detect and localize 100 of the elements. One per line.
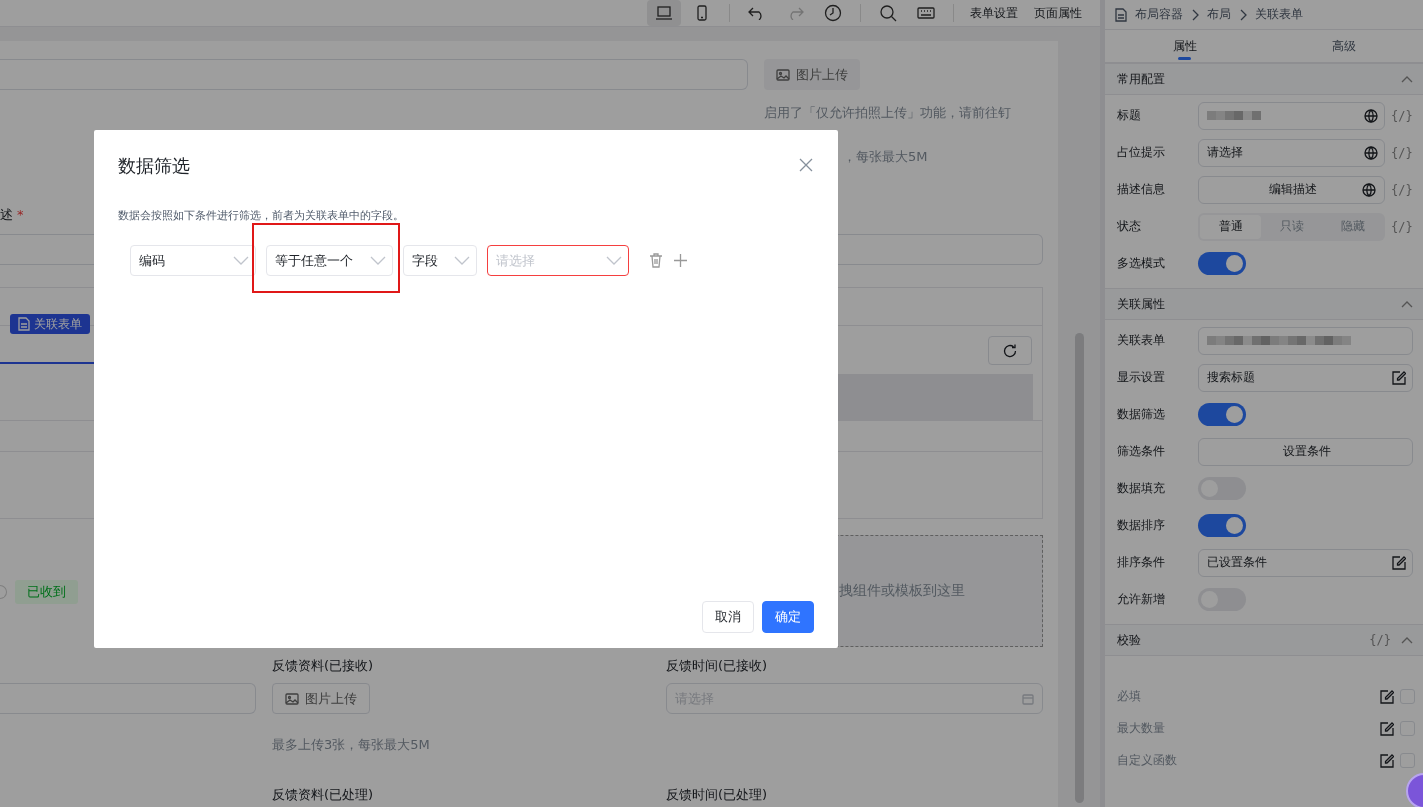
segmented-control[interactable]: 普通 只读 隐藏 [1198, 212, 1385, 241]
field-label: 数据填充 [1117, 480, 1166, 497]
binding-toggle[interactable]: {/} [1391, 182, 1413, 197]
chevron-right-icon [1239, 8, 1247, 21]
chevron-down-icon [370, 255, 386, 266]
field-label: 占位提示 [1117, 144, 1166, 161]
field-label: 反馈时间(已接收) [666, 657, 769, 675]
dialog-description: 数据会按照如下条件进行筛选，前者为关联表单中的字段。 [118, 208, 405, 223]
chevron-up-icon[interactable] [1401, 636, 1413, 644]
field-label: 显示设置 [1117, 369, 1166, 386]
field-label: 必填 [1117, 688, 1142, 705]
select-field[interactable]: 编码 [130, 245, 256, 276]
edit-icon[interactable] [1392, 370, 1406, 385]
required-mark: * [17, 207, 24, 222]
dialog-title: 数据筛选 [118, 154, 190, 178]
field-label: 反馈资料(已接收) [272, 657, 375, 675]
binding-toggle[interactable]: {/} [1391, 219, 1413, 234]
chevron-down-icon [606, 255, 622, 266]
toolbar-link[interactable]: 表单设置 [964, 4, 1024, 22]
segment-option[interactable]: 只读 [1261, 214, 1322, 239]
select-field[interactable]: 字段 [403, 245, 477, 276]
trash-icon[interactable] [649, 253, 663, 268]
field-label: 最大数量 [1117, 720, 1166, 737]
breadcrumb-item[interactable]: 关联表单 [1255, 6, 1303, 23]
edit-description-field[interactable]: 编辑描述 [1198, 175, 1385, 204]
field-label: 筛选条件 [1117, 443, 1166, 460]
chevron-up-icon[interactable] [1401, 75, 1413, 83]
field-label: 自定义函数 [1117, 752, 1178, 769]
field-label: 排序条件 [1117, 554, 1166, 571]
select-field[interactable]: 等于任意一个 [266, 245, 393, 276]
document-icon [18, 317, 30, 331]
edit-icon[interactable] [1380, 721, 1394, 736]
text-field[interactable]: 搜索标题 [1198, 363, 1413, 392]
image-icon [285, 692, 299, 705]
section-title: 校验 [1117, 631, 1141, 649]
field-label: 数据排序 [1117, 517, 1166, 534]
text-field[interactable] [1198, 101, 1385, 130]
scrollbar-thumb[interactable] [1074, 333, 1084, 803]
binding-toggle[interactable]: {/} [1369, 633, 1391, 647]
field-label: 标题 [1117, 107, 1142, 124]
segment-option[interactable]: 普通 [1200, 214, 1261, 239]
subform-tag[interactable]: 关联表单 [10, 314, 90, 334]
chevron-right-icon [1191, 8, 1199, 21]
clock-icon[interactable] [824, 4, 842, 22]
field-label: 述 [0, 207, 13, 222]
panel-tab[interactable]: 属性 [1105, 30, 1264, 62]
hint-text: 最多上传3张，每张最大5M [272, 736, 431, 754]
field-label: 数据筛选 [1117, 406, 1166, 423]
toggle-switch[interactable] [1198, 403, 1246, 426]
desktop-view-button[interactable] [647, 0, 681, 26]
globe-icon[interactable] [1362, 182, 1376, 197]
blurred-text [1207, 111, 1261, 120]
plus-icon[interactable] [673, 253, 688, 268]
hint-text: 启用了「仅允许拍照上传」功能，请前往钉 [764, 104, 1012, 122]
binding-toggle[interactable]: {/} [1391, 145, 1413, 160]
confirm-button[interactable]: 确定 [762, 601, 814, 633]
section-title: 常用配置 [1117, 70, 1165, 88]
close-icon [799, 158, 813, 172]
field-label: 允许新增 [1117, 591, 1166, 608]
set-conditions-button[interactable]: 设置条件 [1198, 437, 1413, 466]
segment-option[interactable]: 隐藏 [1322, 214, 1383, 239]
text-field[interactable]: 已设置条件 [1198, 548, 1413, 577]
edit-icon[interactable] [1380, 689, 1394, 704]
field-label: 描述信息 [1117, 181, 1166, 198]
select-field[interactable] [1198, 326, 1413, 355]
field-label: 状态 [1117, 218, 1142, 235]
breadcrumb-item[interactable]: 布局 [1207, 6, 1231, 23]
upload-button[interactable]: 图片上传 [272, 683, 370, 714]
refresh-button[interactable] [988, 336, 1032, 365]
breadcrumb-item[interactable]: 布局容器 [1135, 6, 1183, 23]
text-field[interactable]: 请选择 [1198, 138, 1385, 167]
hint-text: ，每张最大5M [843, 148, 929, 166]
status-tag: 已收到 [15, 580, 78, 604]
field-label: 反馈资料(已处理) [272, 786, 375, 804]
panel-tab[interactable]: 高级 [1264, 30, 1423, 62]
phone-icon[interactable] [696, 5, 708, 21]
field-label: 反馈时间(已处理) [666, 786, 769, 804]
search-icon[interactable] [879, 4, 897, 22]
cancel-button[interactable]: 取消 [702, 601, 754, 633]
field-label: 多选模式 [1117, 255, 1166, 272]
section-title: 关联属性 [1117, 295, 1165, 313]
binding-toggle[interactable]: {/} [1391, 108, 1413, 123]
image-icon [776, 68, 790, 81]
keyboard-icon[interactable] [917, 6, 935, 20]
field-label: 关联表单 [1117, 332, 1166, 349]
globe-icon[interactable] [1364, 108, 1378, 123]
refresh-icon [1002, 342, 1018, 359]
chevron-up-icon[interactable] [1401, 300, 1413, 308]
toolbar-link[interactable]: 页面属性 [1028, 4, 1088, 22]
chevron-down-icon [233, 255, 249, 266]
toggle-switch[interactable] [1198, 514, 1246, 537]
document-icon [1115, 7, 1127, 22]
toggle-switch[interactable] [1198, 252, 1246, 275]
edit-icon[interactable] [1380, 753, 1394, 768]
edit-icon[interactable] [1392, 555, 1406, 570]
chevron-down-icon [454, 255, 470, 266]
laptop-icon[interactable] [655, 6, 673, 20]
globe-icon[interactable] [1364, 145, 1378, 160]
upload-button[interactable]: 图片上传 [764, 59, 860, 90]
close-button[interactable] [798, 158, 814, 174]
